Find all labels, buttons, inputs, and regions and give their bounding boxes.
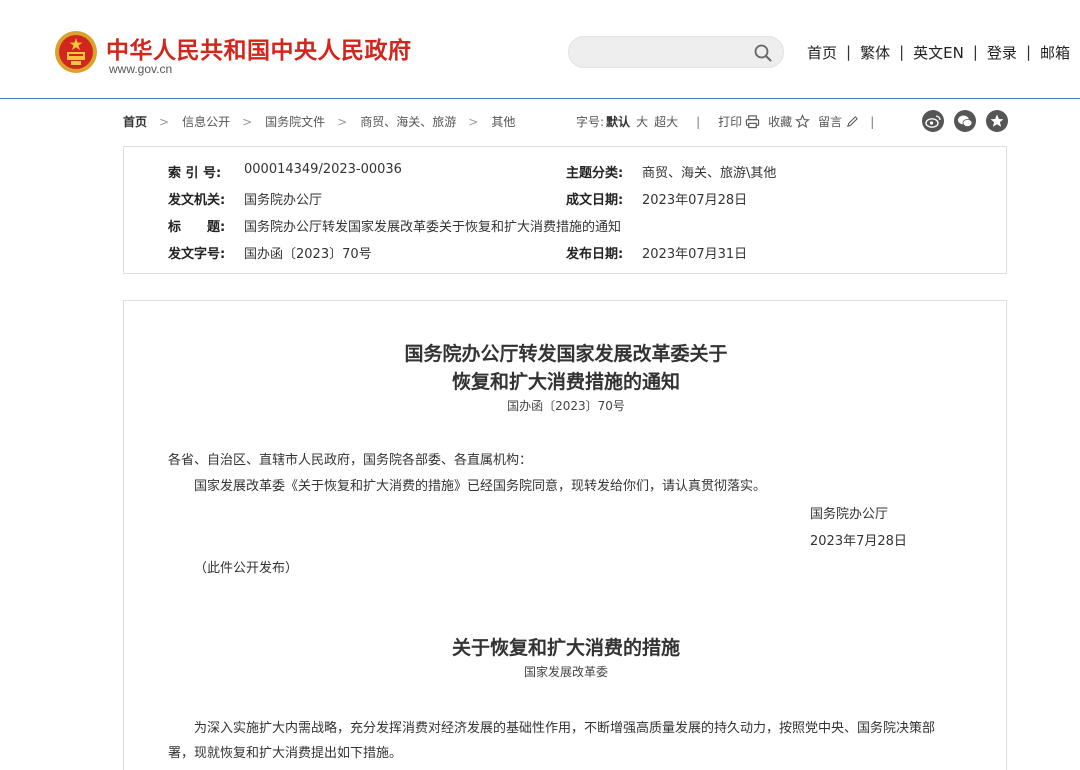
document-title-line1: 国务院办公厅转发国家发展改革委关于: [404, 343, 728, 365]
font-xlarge-button[interactable]: 超大: [654, 113, 678, 130]
font-large-button[interactable]: 大: [636, 113, 648, 130]
site-header: 中华人民共和国中央人民政府 www.gov.cn 首页 | 繁体 | 英文EN …: [0, 0, 1080, 99]
toolbar-separator: |: [696, 114, 701, 129]
public-release-note: （此件公开发布）: [194, 561, 299, 576]
index-label: 索 引 号:: [168, 166, 222, 181]
top-nav: 首页 | 繁体 | 英文EN | 登录 | 邮箱: [800, 42, 1077, 62]
nav-separator: |: [846, 43, 852, 61]
title-value: 国务院办公厅转发国家发展改革委关于恢复和扩大消费措施的通知: [244, 220, 622, 235]
document-title-line2: 恢复和扩大消费措施的通知: [451, 371, 680, 393]
salutation: 各省、自治区、直辖市人民政府，国务院各部委、各直属机构：: [168, 453, 533, 468]
signer: 国务院办公厅: [810, 507, 889, 522]
nav-separator: |: [972, 43, 978, 61]
written-date-row: 成文日期: 2023年07月28日: [566, 189, 747, 208]
docno-label: 发文字号:: [168, 247, 226, 262]
measures-paragraph-line2: 署，现就恢复和扩大消费提出如下措施。: [168, 746, 403, 761]
issuer-row: 发文机关: 国务院办公厅: [168, 189, 322, 208]
breadcrumb-trade-customs-tourism[interactable]: 商贸、海关、旅游: [360, 113, 456, 130]
nav-traditional[interactable]: 繁体: [853, 42, 897, 63]
nav-separator: |: [899, 43, 905, 61]
national-emblem-icon[interactable]: [54, 30, 98, 74]
docno-row: 发文字号: 国办函〔2023〕70号: [168, 243, 372, 262]
topic-row: 主题分类: 商贸、海关、旅游\其他: [566, 162, 776, 181]
breadcrumb-other[interactable]: 其他: [491, 113, 515, 130]
published-date-value: 2023年07月31日: [642, 247, 748, 262]
pencil-icon[interactable]: [845, 114, 860, 129]
favorite-share-icon[interactable]: [986, 110, 1008, 132]
breadcrumb-info-public[interactable]: 信息公开: [182, 113, 230, 130]
docno-value: 国办函〔2023〕70号: [244, 247, 372, 262]
breadcrumb-chevron-icon: >: [242, 114, 253, 129]
breadcrumb: 首页 > 信息公开 > 国务院文件 > 商贸、海关、旅游 > 其他: [123, 113, 515, 130]
measures-title: 关于恢复和扩大消费的措施: [451, 637, 680, 659]
font-default-button[interactable]: 默认: [606, 113, 630, 130]
index-row: 索 引 号: 000014349/2023-00036: [168, 162, 402, 181]
topic-label: 主题分类:: [566, 166, 624, 181]
nav-mail[interactable]: 邮箱: [1033, 42, 1077, 63]
search-input[interactable]: [583, 43, 743, 63]
measures-author: 国家发展改革委: [523, 665, 608, 679]
body-paragraph: 国家发展改革委《关于恢复和扩大消费的措施》已经国务院同意，现转发给你们，请认真贯…: [194, 479, 767, 494]
issuer-value: 国务院办公厅: [244, 193, 323, 208]
printer-icon[interactable]: [745, 114, 760, 129]
published-date-row: 发布日期: 2023年07月31日: [566, 243, 747, 262]
weibo-share-icon[interactable]: [922, 110, 944, 132]
print-button[interactable]: 打印: [718, 113, 742, 130]
nav-home[interactable]: 首页: [800, 42, 844, 63]
breadcrumb-chevron-icon: >: [337, 114, 348, 129]
topic-value: 商贸、海关、旅游\其他: [642, 166, 777, 181]
title-row: 标 题: 国务院办公厅转发国家发展改革委关于恢复和扩大消费措施的通知: [168, 216, 621, 235]
title-label: 标 题:: [168, 220, 226, 235]
site-name[interactable]: 中华人民共和国中央人民政府: [106, 31, 412, 65]
wechat-share-icon[interactable]: [954, 110, 976, 132]
document-metadata-box: 索 引 号: 000014349/2023-00036 主题分类: 商贸、海关、…: [123, 146, 1007, 274]
written-date-value: 2023年07月28日: [642, 193, 748, 208]
sign-date: 2023年7月28日: [810, 534, 907, 549]
index-value: 000014349/2023-00036: [244, 162, 402, 177]
issuer-label: 发文机关:: [168, 193, 226, 208]
written-date-label: 成文日期:: [566, 193, 624, 208]
nav-login[interactable]: 登录: [980, 42, 1024, 63]
comment-button[interactable]: 留言: [818, 113, 842, 130]
star-icon[interactable]: [795, 114, 811, 129]
search-box: [568, 36, 784, 68]
document-body: 国务院办公厅转发国家发展改革委关于 恢复和扩大消费措施的通知 国办函〔2023〕…: [123, 300, 1007, 770]
site-url: www.gov.cn: [109, 62, 173, 76]
favorite-button[interactable]: 收藏: [768, 113, 792, 130]
breadcrumb-chevron-icon: >: [468, 114, 479, 129]
breadcrumb-home[interactable]: 首页: [123, 113, 147, 130]
published-date-label: 发布日期:: [566, 247, 624, 262]
nav-english[interactable]: 英文EN: [906, 42, 971, 63]
font-size-label: 字号:: [576, 115, 605, 129]
toolbar-separator: |: [870, 114, 875, 129]
document-number: 国办函〔2023〕70号: [507, 399, 625, 413]
breadcrumb-chevron-icon: >: [159, 114, 170, 129]
measures-paragraph-line1: 为深入实施扩大内需战略，充分发挥消费对经济发展的基础性作用，不断增强高质量发展的…: [194, 721, 936, 736]
breadcrumb-state-council-docs[interactable]: 国务院文件: [265, 113, 325, 130]
search-icon[interactable]: [753, 43, 773, 63]
nav-separator: |: [1025, 43, 1031, 61]
article-toolbar: 字号: 默认 大 超大 | 打印 收藏 留言 |: [576, 113, 874, 130]
